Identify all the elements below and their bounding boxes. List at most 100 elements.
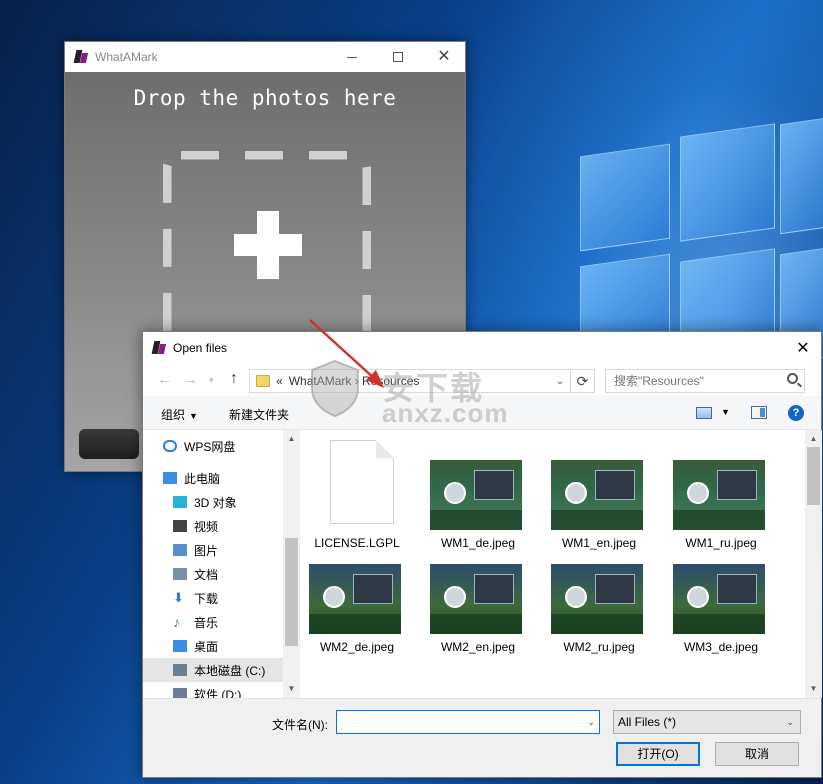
sidebar-item[interactable]: 此电脑 bbox=[143, 466, 283, 490]
sidebar-item-label: 视频 bbox=[194, 519, 219, 534]
file-item[interactable]: WM2_de.jpeg bbox=[301, 564, 413, 676]
up-icon[interactable]: ↑ bbox=[230, 370, 238, 388]
file-type-select[interactable]: All Files (*) ⌄ bbox=[613, 710, 801, 734]
file-name: LICENSE.LGPL bbox=[314, 536, 400, 550]
sidebar-item[interactable]: WPS网盘 bbox=[143, 434, 283, 458]
file-name: WM1_ru.jpeg bbox=[685, 536, 757, 550]
filename-label: 文件名(N): bbox=[272, 718, 328, 732]
pictures-icon bbox=[173, 544, 187, 556]
file-item[interactable]: WM2_en.jpeg bbox=[422, 564, 534, 676]
open-button[interactable]: 打开(O) bbox=[616, 742, 700, 766]
file-item[interactable]: WM1_ru.jpeg bbox=[665, 460, 777, 572]
help-icon[interactable]: ? bbox=[788, 405, 804, 421]
sidebar-item[interactable]: 文档 bbox=[143, 562, 283, 586]
file-list-scroll-thumb[interactable] bbox=[807, 447, 820, 505]
download-icon: ⬇ bbox=[173, 590, 184, 605]
computer-icon bbox=[163, 472, 177, 484]
drive-icon bbox=[173, 688, 187, 698]
sidebar-item[interactable]: ♪ 音乐 bbox=[143, 610, 283, 634]
filename-input[interactable] bbox=[337, 711, 577, 733]
chevron-down-icon[interactable]: ⌄ bbox=[550, 370, 570, 392]
whatamark-titlebar[interactable]: WhatAMark ✕ bbox=[65, 42, 465, 72]
sidebar-item-label: 下载 bbox=[194, 591, 219, 606]
sidebar-item[interactable]: ⬇ 下载 bbox=[143, 586, 283, 610]
recent-locations-icon[interactable]: ▾ bbox=[209, 375, 214, 386]
sidebar-item-label: 3D 对象 bbox=[194, 495, 237, 510]
chevron-down-icon[interactable]: ⌄ bbox=[587, 717, 595, 728]
scroll-up-icon[interactable]: ▲ bbox=[283, 432, 300, 446]
back-icon[interactable]: ← bbox=[157, 371, 172, 388]
filename-field[interactable]: ⌄ bbox=[336, 710, 600, 734]
cloud-icon bbox=[163, 440, 177, 452]
whatamark-app-icon bbox=[73, 49, 89, 65]
sidebar-item[interactable]: 本地磁盘 (C:) bbox=[143, 658, 283, 682]
chevron-down-icon: ⌄ bbox=[786, 717, 794, 727]
file-name: WM1_de.jpeg bbox=[440, 536, 516, 550]
music-icon: ♪ bbox=[173, 614, 180, 630]
sidebar-item-label: WPS网盘 bbox=[184, 439, 236, 454]
scroll-up-icon[interactable]: ▲ bbox=[805, 432, 822, 446]
close-icon: ✕ bbox=[796, 340, 810, 357]
scroll-down-icon[interactable]: ▼ bbox=[805, 682, 822, 696]
sidebar-item[interactable]: 桌面 bbox=[143, 634, 283, 658]
new-folder-button[interactable]: 新建文件夹 bbox=[229, 406, 289, 423]
whatamark-bottom-button[interactable] bbox=[79, 429, 139, 459]
drop-photos-label: Drop the photos here bbox=[133, 86, 397, 110]
minimize-button[interactable] bbox=[329, 42, 375, 72]
desktop-icon bbox=[173, 640, 187, 652]
sidebar-scrollbar[interactable]: ▲ ▼ bbox=[283, 430, 300, 698]
file-list-scrollbar[interactable]: ▲ ▼ bbox=[805, 430, 822, 698]
3d-objects-icon bbox=[173, 496, 187, 508]
sidebar-item-label: 桌面 bbox=[194, 639, 219, 654]
sidebar-item[interactable]: 图片 bbox=[143, 538, 283, 562]
search-icon[interactable] bbox=[787, 373, 798, 384]
organize-menu[interactable]: 组织 ▼ bbox=[161, 406, 198, 423]
maximize-button[interactable] bbox=[375, 42, 421, 72]
drive-icon bbox=[173, 664, 187, 676]
file-name: WM2_ru.jpeg bbox=[563, 640, 635, 654]
file-item[interactable]: WM3_de.jpeg bbox=[665, 564, 777, 676]
search-field[interactable] bbox=[605, 369, 805, 393]
close-icon: ✕ bbox=[437, 48, 451, 65]
preview-pane-icon[interactable] bbox=[751, 406, 767, 419]
watermark-domain: anxz.com bbox=[382, 398, 509, 428]
cancel-button[interactable]: 取消 bbox=[715, 742, 799, 766]
address-prefix: « bbox=[276, 374, 283, 388]
dialog-app-icon bbox=[151, 340, 167, 356]
search-input[interactable] bbox=[614, 374, 784, 388]
image-thumbnail bbox=[430, 460, 522, 530]
sidebar-item-label: 此电脑 bbox=[184, 471, 221, 486]
scroll-down-icon[interactable]: ▼ bbox=[283, 682, 300, 696]
dialog-close-button[interactable]: ✕ bbox=[785, 332, 821, 364]
sidebar-item-label: 文档 bbox=[194, 567, 219, 582]
forward-icon[interactable]: → bbox=[183, 371, 198, 388]
file-name: WM3_de.jpeg bbox=[683, 640, 759, 654]
image-thumbnail bbox=[673, 564, 765, 634]
close-button[interactable]: ✕ bbox=[421, 42, 467, 72]
dialog-titlebar[interactable]: Open files ✕ bbox=[143, 332, 821, 364]
whatamark-window-title: WhatAMark bbox=[95, 50, 158, 64]
file-item[interactable]: WM1_de.jpeg bbox=[422, 460, 534, 572]
dialog-title: Open files bbox=[173, 341, 228, 355]
chevron-down-icon[interactable]: ▼ bbox=[721, 407, 730, 417]
watermark-shield-icon bbox=[311, 359, 359, 418]
sidebar-item[interactable]: 视频 bbox=[143, 514, 283, 538]
sidebar-item-label: 本地磁盘 (C:) bbox=[194, 663, 266, 678]
sidebar-item[interactable]: 3D 对象 bbox=[143, 490, 283, 514]
file-name: WM2_en.jpeg bbox=[440, 640, 516, 654]
sidebar-scroll-thumb[interactable] bbox=[285, 538, 298, 646]
navigation-pane: WPS网盘此电脑 3D 对象视频图片文档 ⬇ 下载 ♪ 音乐桌面本地磁盘 (C:) 软件 (… bbox=[143, 430, 300, 698]
file-item[interactable]: WM1_en.jpeg bbox=[543, 460, 655, 572]
refresh-button[interactable]: ⟳ bbox=[571, 369, 595, 393]
file-item[interactable]: WM2_ru.jpeg bbox=[543, 564, 655, 676]
file-name: WM1_en.jpeg bbox=[561, 536, 637, 550]
refresh-icon: ⟳ bbox=[576, 372, 589, 389]
minimize-icon bbox=[347, 56, 357, 58]
file-item[interactable]: LICENSE.LGPL bbox=[301, 440, 413, 572]
image-thumbnail bbox=[309, 564, 401, 634]
sidebar-item[interactable]: 软件 (D:) bbox=[143, 682, 283, 698]
image-thumbnail bbox=[430, 564, 522, 634]
file-list: LICENSE.LGPL WM1_de.jpeg WM1_en.jpeg WM1_ru… bbox=[301, 430, 805, 698]
view-mode-icon[interactable] bbox=[696, 407, 712, 419]
file-name: WM2_de.jpeg bbox=[319, 640, 395, 654]
